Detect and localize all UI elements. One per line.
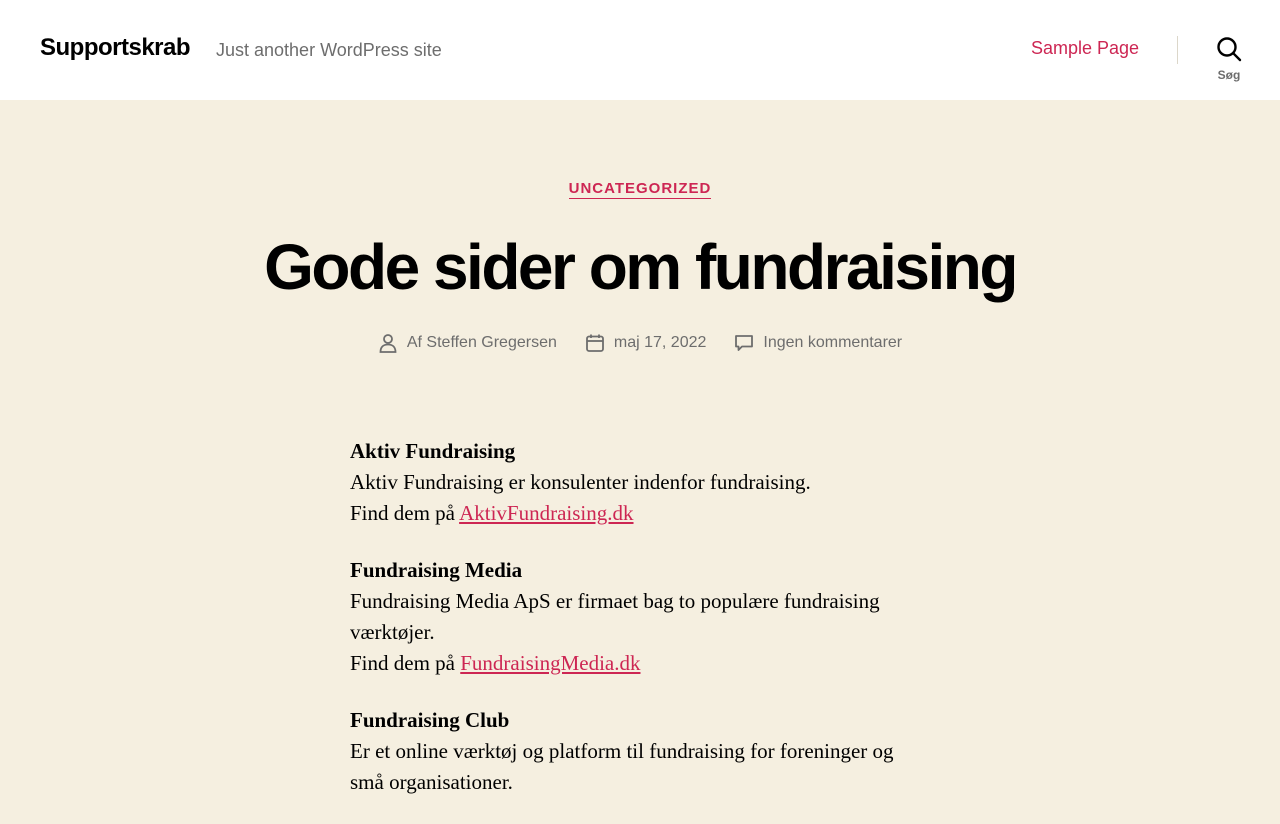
section-text: Fundraising Media ApS er firmaet bag to … (350, 589, 880, 644)
post-meta: Af Steffen Gregersen maj 17, 2022 Ingen … (0, 333, 1280, 353)
post-date-link[interactable]: maj 17, 2022 (614, 334, 707, 352)
entry-categories: UNCATEGORIZED (0, 180, 1280, 199)
section-find-prefix: Find dem på (350, 651, 461, 675)
user-icon (379, 334, 397, 353)
site-description: Just another WordPress site (216, 40, 442, 60)
fundraising-media-link[interactable]: FundraisingMedia.dk (460, 651, 640, 675)
post-author-link[interactable]: Af Steffen Gregersen (407, 334, 557, 352)
section-heading: Fundraising Club (350, 708, 510, 732)
post-date-meta: maj 17, 2022 (585, 333, 707, 353)
section-heading: Fundraising Media (350, 558, 523, 582)
search-icon (1217, 37, 1242, 62)
content-section: Fundraising Media Fundraising Media ApS … (350, 555, 930, 679)
site-title[interactable]: Supportskrab (40, 34, 191, 62)
content-section: Fundraising Club Er et online værktøj og… (350, 705, 930, 798)
post-comments-meta: Ingen kommentarer (734, 333, 902, 353)
aktiv-fundraising-link[interactable]: AktivFundraising.dk (459, 501, 633, 525)
site-header: Supportskrab Just another WordPress site… (0, 0, 1280, 100)
search-toggle-button[interactable]: Søg (1204, 36, 1254, 86)
post-author-meta: Af Steffen Gregersen (378, 333, 557, 353)
section-heading: Aktiv Fundraising (350, 439, 516, 463)
content-section: Aktiv Fundraising Aktiv Fundraising er k… (350, 436, 930, 529)
entry-content: Aktiv Fundraising Aktiv Fundraising er k… (350, 436, 930, 824)
nav-item-sample-page[interactable]: Sample Page (1031, 38, 1139, 59)
post-title: Gode sider om fundraising (264, 231, 1018, 303)
comment-icon (735, 335, 754, 351)
search-label: Søg (1217, 68, 1241, 82)
category-link[interactable]: UNCATEGORIZED (568, 180, 712, 199)
calendar-icon (585, 334, 604, 352)
post-comments-link[interactable]: Ingen kommentarer (763, 334, 902, 352)
section-text: Er et online værktøj og platform til fun… (350, 739, 894, 794)
section-text: Aktiv Fundraising er konsulenter indenfo… (350, 470, 811, 494)
section-find-prefix: Find dem på (350, 501, 460, 525)
header-divider (1177, 36, 1178, 64)
